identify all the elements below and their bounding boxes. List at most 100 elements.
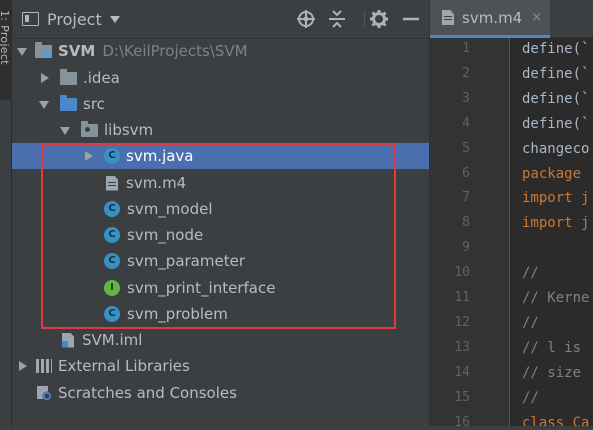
expand-arrow-icon[interactable] xyxy=(59,124,71,136)
tree-item-src[interactable]: src xyxy=(12,91,429,117)
tree-item-svm-print-interface[interactable]: I svm_print_interface xyxy=(12,275,429,301)
project-panel-header: Project xyxy=(12,0,429,39)
gear-icon[interactable] xyxy=(368,8,390,30)
line-number: 12 xyxy=(454,314,470,330)
code-line: changeco xyxy=(522,140,590,157)
code-line: define(` xyxy=(522,115,590,132)
tree-item-svm-node[interactable]: C svm_node xyxy=(12,222,429,248)
code-line: // l is xyxy=(522,339,590,356)
line-number: 14 xyxy=(454,364,470,380)
module-path: D:\KeilProjects\SVM xyxy=(102,42,248,60)
project-view-selector[interactable]: Project xyxy=(22,8,120,30)
editor-tab-bar: svm.m4 × xyxy=(430,0,593,38)
line-number: 9 xyxy=(462,240,470,256)
text-file-icon xyxy=(106,175,118,191)
source-folder-icon xyxy=(60,94,77,111)
tree-item-label: SVM.iml xyxy=(82,331,143,349)
code-line: // Kerne xyxy=(522,290,590,306)
interface-icon: I xyxy=(104,280,120,296)
tree-item-svm-iml[interactable]: SVM.iml xyxy=(12,327,429,353)
line-number: 6 xyxy=(462,165,470,181)
tool-window-strip: 1: Project xyxy=(0,0,12,426)
tree-item-label: svm_model xyxy=(127,200,213,218)
line-number: 2 xyxy=(462,65,470,81)
tree-item-label: src xyxy=(83,95,105,113)
module-folder-icon xyxy=(35,41,52,58)
expand-arrow-icon[interactable] xyxy=(82,150,94,162)
collapse-icon[interactable] xyxy=(326,8,348,30)
module-file-icon xyxy=(62,332,74,348)
line-number: 1 xyxy=(462,41,470,56)
code-line: // xyxy=(522,389,539,406)
project-window-icon xyxy=(22,12,39,26)
tree-item-idea[interactable]: .idea xyxy=(12,65,429,91)
expand-arrow-icon[interactable] xyxy=(16,45,28,57)
code-line: class Ca xyxy=(522,414,590,427)
package-folder-icon xyxy=(81,120,98,137)
tree-item-svm-parameter[interactable]: C svm_parameter xyxy=(12,248,429,274)
tree-item-label: .idea xyxy=(83,69,120,87)
tree-item-external-libraries[interactable]: External Libraries xyxy=(12,353,429,379)
minimize-icon[interactable] xyxy=(400,8,422,30)
class-icon: C xyxy=(104,148,120,164)
folder-icon xyxy=(60,68,77,85)
line-number-gutter: 1 2 3 4 5 6 7 8 9 10 11 12 13 14 15 16 xyxy=(430,38,510,430)
target-icon[interactable] xyxy=(295,8,317,30)
tree-item-label: SVM xyxy=(58,42,96,60)
line-number: 15 xyxy=(454,389,470,405)
code-line: define(` xyxy=(522,41,590,57)
tree-item-label: svm.java xyxy=(126,147,194,165)
editor-pane: svm.m4 × 1 2 3 4 5 6 7 8 9 10 11 12 13 14 15 16 define(… xyxy=(429,0,593,430)
expand-arrow-icon[interactable] xyxy=(38,98,50,110)
tree-item-label: svm.m4 xyxy=(126,174,187,192)
line-number: 16 xyxy=(454,414,470,430)
line-number: 10 xyxy=(454,265,470,281)
project-panel: Project SVM D:\KeilProjects\SVM .idea sr… xyxy=(12,0,429,426)
line-number: 7 xyxy=(462,190,470,206)
line-number: 8 xyxy=(462,215,470,231)
code-line: define(` xyxy=(522,90,590,107)
expand-arrow-icon[interactable] xyxy=(16,360,28,372)
tree-item-label: svm_parameter xyxy=(127,252,245,270)
code-line: define(` xyxy=(522,65,590,82)
scratches-icon xyxy=(36,385,52,401)
line-number: 3 xyxy=(462,90,470,106)
code-line: // size xyxy=(522,364,590,381)
line-number: 4 xyxy=(462,115,470,131)
class-icon: C xyxy=(104,227,120,243)
line-number: 11 xyxy=(454,290,470,305)
expand-arrow-icon[interactable] xyxy=(38,72,50,84)
header-separator xyxy=(364,11,365,27)
code-line: import j xyxy=(522,215,590,232)
project-tool-tab[interactable]: 1: Project xyxy=(0,0,11,100)
class-icon: C xyxy=(104,201,120,217)
libraries-icon xyxy=(36,359,52,373)
tab-svm-m4[interactable]: svm.m4 × xyxy=(430,0,550,38)
tree-item-svm-problem[interactable]: C svm_problem xyxy=(12,301,429,327)
code-line: package xyxy=(522,165,590,182)
tree-item-scratches[interactable]: Scratches and Consoles xyxy=(12,380,429,406)
tree-item-svm[interactable]: SVM D:\KeilProjects\SVM xyxy=(12,38,429,64)
close-icon[interactable]: × xyxy=(531,10,542,25)
panel-title: Project xyxy=(47,9,102,29)
project-tool-tab-label: 1: Project xyxy=(0,10,11,65)
tree-item-label: svm_node xyxy=(127,226,204,244)
code-area[interactable]: define(` define(` define(` define(` changeco… xyxy=(522,38,593,426)
code-line: // xyxy=(522,314,539,331)
tree-item-label: libsvm xyxy=(104,121,154,139)
chevron-down-icon xyxy=(109,15,120,23)
code-line: import j xyxy=(522,190,590,207)
class-icon: C xyxy=(104,306,120,322)
tree-item-svm-model[interactable]: C svm_model xyxy=(12,196,429,222)
tree-item-label: External Libraries xyxy=(58,357,190,375)
tree-item-svm-m4[interactable]: svm.m4 xyxy=(12,170,429,196)
tree-item-libsvm[interactable]: libsvm xyxy=(12,117,429,143)
tab-label: svm.m4 xyxy=(462,8,523,27)
tree-item-label: svm_problem xyxy=(127,305,228,323)
tree-item-label: svm_print_interface xyxy=(127,279,276,297)
text-file-icon xyxy=(442,10,454,25)
line-number: 5 xyxy=(462,140,470,156)
tree-item-svm-java[interactable]: C svm.java xyxy=(12,143,429,169)
code-line: // xyxy=(522,265,539,282)
line-number: 13 xyxy=(454,339,470,355)
